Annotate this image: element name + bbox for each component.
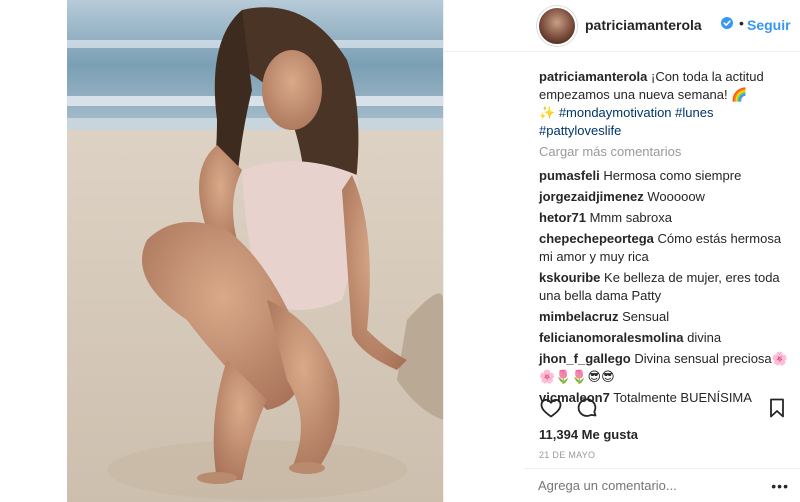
caption-username[interactable]: patriciamanterola (539, 69, 647, 84)
comment-item: hetor71 Mmm sabroxa (539, 209, 789, 227)
comments-list: patriciamanterola ¡Con toda la actitud e… (539, 68, 789, 410)
comment-item: jorgezaidjimenez Wooooow (539, 188, 789, 206)
comment-username[interactable]: jhon_f_gallego (539, 351, 631, 366)
post-photo[interactable] (67, 0, 443, 502)
comment-item: jhon_f_gallego Divina sensual preciosa🌸 … (539, 350, 789, 386)
heart-icon[interactable] (539, 396, 563, 420)
caption-sparkle: ✨ (539, 105, 556, 120)
comment-item: pumasfeli Hermosa como siempre (539, 167, 789, 185)
comment-text: Hermosa como siempre (603, 168, 742, 183)
instagram-post-view: patriciamanterola • Seguir patriciamante… (0, 0, 800, 502)
likes-count[interactable]: 11,394 Me gusta (539, 427, 638, 442)
comment-item: felicianomoralesmolina divina (539, 329, 789, 347)
comment-username[interactable]: felicianomoralesmolina (539, 330, 684, 345)
post-date: 21 DE MAYO (539, 450, 596, 460)
comment-username[interactable]: chepechepeortega (539, 231, 654, 246)
comment-item: kskouribe Ke belleza de mujer, eres toda… (539, 269, 789, 305)
hashtag-pattyloveslife[interactable]: #pattyloveslife (539, 123, 621, 138)
comment-username[interactable]: pumasfeli (539, 168, 600, 183)
comment-item: chepechepeortega Cómo estás hermosa mi a… (539, 230, 789, 266)
left-margin (0, 0, 67, 502)
separator-dot: • (739, 15, 744, 31)
hashtag-mondaymotivation[interactable]: #mondaymotivation (559, 105, 672, 120)
comment-username[interactable]: kskouribe (539, 270, 600, 285)
more-options-button[interactable]: ••• (771, 478, 789, 494)
comment-text: divina (687, 330, 722, 345)
header-username[interactable]: patriciamanterola (585, 17, 702, 33)
comment-text: Mmm sabroxa (589, 210, 672, 225)
add-comment-input[interactable] (538, 478, 758, 493)
post-caption: patriciamanterola ¡Con toda la actitud e… (539, 68, 789, 140)
comment-username[interactable]: hetor71 (539, 210, 586, 225)
follow-button[interactable]: Seguir (747, 17, 791, 33)
load-more-comments-button[interactable]: Cargar más comentarios (539, 143, 789, 161)
avatar[interactable] (537, 6, 577, 46)
comment-text: Wooooow (647, 189, 705, 204)
add-comment-bar: ••• (524, 468, 800, 502)
post-side-panel: patriciamanterola • Seguir patriciamante… (443, 0, 800, 502)
bookmark-icon[interactable] (765, 396, 789, 420)
action-bar (539, 396, 789, 424)
comment-item: mimbelacruz Sensual (539, 308, 789, 326)
comment-text: Sensual (622, 309, 670, 324)
hashtag-lunes[interactable]: #lunes (675, 105, 713, 120)
post-header: patriciamanterola • Seguir (444, 0, 800, 52)
beach-photo-illustration (67, 0, 443, 502)
verified-badge-icon (721, 17, 733, 29)
comment-username[interactable]: mimbelacruz (539, 309, 618, 324)
comment-icon[interactable] (575, 396, 599, 420)
comment-username[interactable]: jorgezaidjimenez (539, 189, 644, 204)
